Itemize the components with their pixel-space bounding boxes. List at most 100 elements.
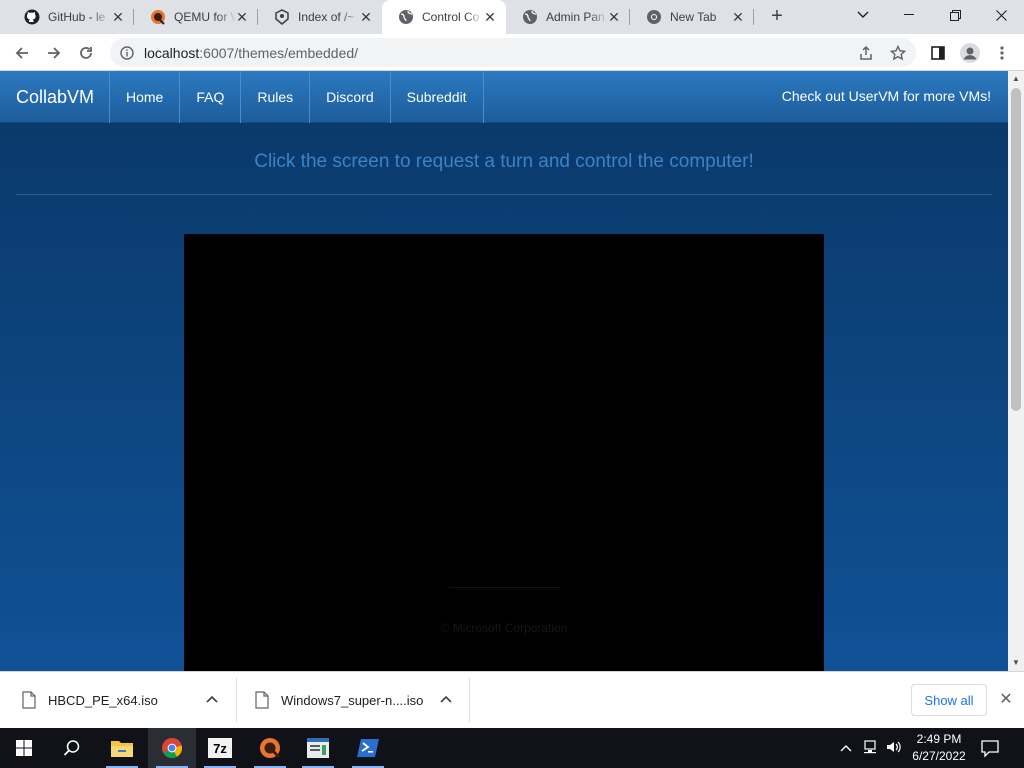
close-window-button[interactable] [978,0,1024,30]
arrow-left-icon [15,47,28,59]
nav-link-discord[interactable]: Discord [309,71,389,123]
uservm-link[interactable]: Check out UserVM for more VMs! [782,88,991,104]
tab-strip: GitHub - le ✕ QEMU for W ✕ Index of /~ ✕… [0,0,1024,34]
close-tab-icon[interactable]: ✕ [358,9,374,25]
vm-boot-progress-bar [449,587,561,588]
taskbar-powershell[interactable] [344,728,392,768]
site-info-icon[interactable] [120,45,134,60]
close-tab-icon[interactable]: ✕ [110,9,126,25]
clock-date: 6/27/2022 [912,749,966,763]
turn-request-prompt: Click the screen to request a turn and c… [254,151,754,172]
chrome-icon [162,738,183,759]
taskbar-qemu[interactable] [246,728,294,768]
tab-index[interactable]: Index of /~ ✕ [258,0,382,34]
tab-title: Admin Pan [546,10,605,24]
address-bar[interactable]: localhost:6007/themes/embedded/ [110,38,916,67]
close-download-bar-icon[interactable]: ✕ [996,690,1016,710]
file-icon [22,691,36,709]
tab-separator [753,9,754,25]
chrome-icon [646,9,662,25]
download-separator [236,678,237,722]
menu-button[interactable] [988,39,1016,67]
tab-title: QEMU for W [174,10,236,24]
url-host: localhost [144,44,200,61]
taskbar-file-explorer[interactable] [98,728,146,768]
search-icon [63,740,80,756]
collabvm-page: CollabVM Home FAQ Rules Discord Subreddi… [0,71,1008,671]
share-icon [860,45,872,60]
new-tab-button[interactable]: + [766,6,788,28]
nav-links: Home FAQ Rules Discord Subreddit [109,71,484,123]
page-scrollbar[interactable]: ▲ ▼ [1008,71,1024,671]
nav-link-rules[interactable]: Rules [240,71,309,123]
tab-github[interactable]: GitHub - le ✕ [8,0,134,34]
taskbar-notepad[interactable] [294,728,342,768]
share-button[interactable] [852,39,880,67]
restore-icon [949,9,961,21]
close-tab-icon[interactable]: ✕ [482,9,498,25]
taskbar-7zip[interactable]: 7z [196,728,244,768]
start-button[interactable] [0,728,48,768]
download-item[interactable]: Windows7_super-n....iso [255,672,465,728]
reload-icon [80,47,92,59]
scrollbar-thumb[interactable] [1011,88,1021,411]
show-all-downloads-button[interactable]: Show all [911,684,987,716]
star-icon [890,45,906,61]
nav-link-faq[interactable]: FAQ [179,71,240,123]
url-text[interactable]: localhost:6007/themes/embedded/ [144,45,358,61]
close-tab-icon[interactable]: ✕ [606,9,622,25]
tab-control-collabvm[interactable]: Control Co ✕ [382,0,506,34]
nav-link-home[interactable]: Home [109,71,179,123]
file-icon [255,691,269,709]
taskbar-search-button[interactable] [48,728,96,768]
site-navbar: CollabVM Home FAQ Rules Discord Subreddi… [0,71,1008,123]
globe-icon [522,9,538,25]
chevron-up-icon[interactable] [204,692,220,708]
bookmark-button[interactable] [884,39,912,67]
notification-center-icon[interactable] [980,738,1000,758]
reload-button[interactable] [72,39,100,67]
more-vertical-icon [1000,46,1004,60]
divider [16,194,992,195]
back-button[interactable] [8,39,36,67]
vm-copyright-text: © Microsoft Corporation [440,621,568,635]
tab-new-tab[interactable]: New Tab ✕ [630,0,754,34]
notepad-icon [307,738,329,758]
tab-admin-panel[interactable]: Admin Pan ✕ [506,0,630,34]
restore-button[interactable] [932,0,978,30]
globe-icon [398,9,414,25]
chevron-up-icon[interactable] [438,692,454,708]
qemu-icon [150,9,166,25]
url-path: :6007/themes/embedded/ [199,44,359,61]
tab-title: Index of /~ [298,10,355,24]
volume-icon[interactable] [886,740,902,756]
7zip-icon: 7z [208,738,232,758]
nav-link-subreddit[interactable]: Subreddit [389,71,484,123]
download-item[interactable]: HBCD_PE_x64.iso [22,672,232,728]
scroll-down-icon[interactable]: ▼ [1008,655,1024,671]
site-brand[interactable]: CollabVM [16,87,94,108]
folder-icon [111,741,133,757]
scroll-up-icon[interactable]: ▲ [1008,71,1024,87]
side-panel-icon [931,46,945,60]
close-tab-icon[interactable]: ✕ [234,9,250,25]
tab-qemu[interactable]: QEMU for W ✕ [134,0,258,34]
tab-search-button[interactable] [840,0,886,30]
profile-button[interactable] [956,39,984,67]
chevron-down-icon [857,11,869,18]
tab-title: GitHub - le [48,10,106,24]
show-hidden-icons-icon[interactable] [838,740,854,756]
download-filename: Windows7_super-n....iso [281,692,424,708]
windows-logo-icon [16,740,32,756]
qemu-icon [260,738,281,759]
forward-button[interactable] [40,39,68,67]
taskbar-chrome[interactable] [148,728,196,768]
github-icon [24,9,40,25]
network-icon[interactable] [862,740,878,756]
minimize-button[interactable] [886,0,932,30]
avatar-icon [960,43,980,63]
taskbar-clock[interactable]: 2:49 PM 6/27/2022 [904,731,974,765]
vm-screen[interactable]: © Microsoft Corporation [184,234,824,671]
side-panel-button[interactable] [924,39,952,67]
close-tab-icon[interactable]: ✕ [730,9,746,25]
